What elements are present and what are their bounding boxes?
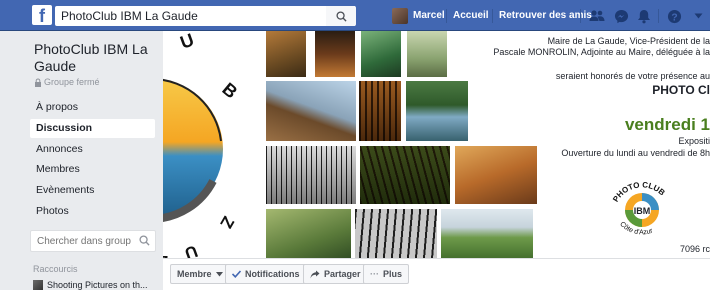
photo-club-logo-graphic: U B Z U Z: [163, 31, 241, 261]
cover-text-line: Expositi: [678, 136, 710, 146]
cover-text-line: Pascale MONROLIN, Adjointe au Maire, dél…: [493, 47, 710, 57]
share-arrow-icon: [310, 270, 320, 278]
avatar: [392, 7, 408, 24]
more-button[interactable]: ··· Plus: [363, 264, 410, 284]
notifications-label: Notifications: [245, 269, 300, 279]
logo-letter: Z: [216, 213, 238, 231]
mosaic-photo: [266, 31, 306, 77]
search-button[interactable]: [326, 6, 356, 26]
group-search-input[interactable]: [31, 231, 131, 251]
profile-link[interactable]: Marcel: [392, 0, 445, 31]
more-dots-icon: ···: [370, 269, 379, 279]
mosaic-photo: [315, 31, 355, 77]
divider: [446, 9, 447, 23]
mosaic-photo: [359, 81, 401, 141]
chevron-down-icon: [215, 271, 223, 276]
account-menu-chevron-down-icon[interactable]: [690, 8, 706, 24]
find-friends-label: Retrouver des amis: [499, 10, 592, 21]
home-link[interactable]: Accueil: [453, 0, 489, 31]
checkmark-icon: [232, 270, 241, 278]
more-label: Plus: [383, 269, 403, 279]
mosaic-photo: [266, 81, 356, 141]
divider: [658, 9, 659, 23]
messenger-icon[interactable]: [613, 8, 629, 24]
shortcut-item[interactable]: Shooting Pictures on th...: [33, 280, 148, 290]
share-label: Partager: [324, 269, 361, 279]
mosaic-photo: [266, 209, 351, 261]
sidebar-item-announcements[interactable]: Annonces: [30, 140, 155, 159]
search-input[interactable]: [55, 6, 355, 26]
cover-text-line: seraient honorés de votre présence au: [555, 71, 710, 81]
search-icon: [335, 10, 347, 22]
mosaic-photo: [266, 146, 356, 204]
cover-text-line: Maire de La Gaude, Vice-Président de la: [547, 36, 710, 46]
help-icon[interactable]: ?: [666, 8, 682, 24]
friend-requests-icon[interactable]: [589, 8, 605, 24]
notifications-bell-icon[interactable]: [636, 8, 652, 24]
sidebar-item-events[interactable]: Evènements: [30, 181, 155, 200]
mosaic-photo: [441, 209, 533, 261]
shortcuts-heading: Raccourcis: [33, 264, 78, 274]
shortcut-label: Shooting Pictures on th...: [47, 280, 148, 290]
cover-text-line: Ouverture du lundi au vendredi de 8h: [561, 148, 710, 158]
photo-club-badge-logo: PHOTO CLUB IBM Côte d'Azur: [611, 180, 667, 236]
shortcut-thumbnail: [33, 280, 43, 290]
member-label: Membre: [177, 269, 212, 279]
mosaic-photo: [360, 146, 450, 204]
profile-name: Marcel: [413, 10, 445, 21]
notifications-button[interactable]: Notifications: [225, 264, 307, 284]
mosaic-photo: [355, 209, 437, 261]
mosaic-photo: [406, 81, 468, 141]
sidebar-item-about[interactable]: À propos: [30, 98, 155, 117]
group-cover-photo[interactable]: U B Z U Z Maire de La Gaude, Vice-Présid…: [163, 31, 710, 261]
sidebar-item-discussion[interactable]: Discussion: [30, 119, 155, 138]
group-title[interactable]: PhotoClub IBM La Gaude: [34, 41, 159, 75]
home-label: Accueil: [453, 10, 489, 21]
group-type-label: Groupe fermé: [44, 77, 100, 87]
cover-text-line: PHOTO Cl: [652, 83, 710, 97]
lock-icon: [35, 78, 41, 87]
divider: [580, 9, 581, 23]
mosaic-photo: [361, 31, 401, 77]
top-navigation-bar: f Marcel Accueil Retrouver des amis ?: [0, 0, 710, 31]
share-button[interactable]: Partager: [303, 264, 368, 284]
group-action-bar: Membre Notifications Partager ··· Plus: [163, 258, 710, 290]
badge-center-text: IBM: [634, 206, 651, 216]
member-button[interactable]: Membre: [170, 264, 230, 284]
divider: [492, 9, 493, 23]
sidebar-item-members[interactable]: Membres: [30, 160, 155, 179]
facebook-logo[interactable]: f: [32, 5, 52, 25]
logo-letter: B: [218, 79, 241, 103]
cover-date-line: vendredi 1: [624, 115, 710, 134]
find-friends-link[interactable]: Retrouver des amis: [499, 0, 592, 31]
mosaic-photo: [407, 31, 447, 77]
svg-text:?: ?: [671, 12, 677, 23]
mosaic-photo: [455, 146, 537, 204]
sidebar-item-photos[interactable]: Photos: [30, 202, 155, 221]
search-icon[interactable]: [139, 235, 150, 246]
group-search-box: [30, 230, 156, 252]
cover-footer-text: 7096 rc: [679, 244, 710, 254]
logo-letter: U: [178, 31, 197, 53]
group-privacy: Groupe fermé: [34, 77, 100, 87]
